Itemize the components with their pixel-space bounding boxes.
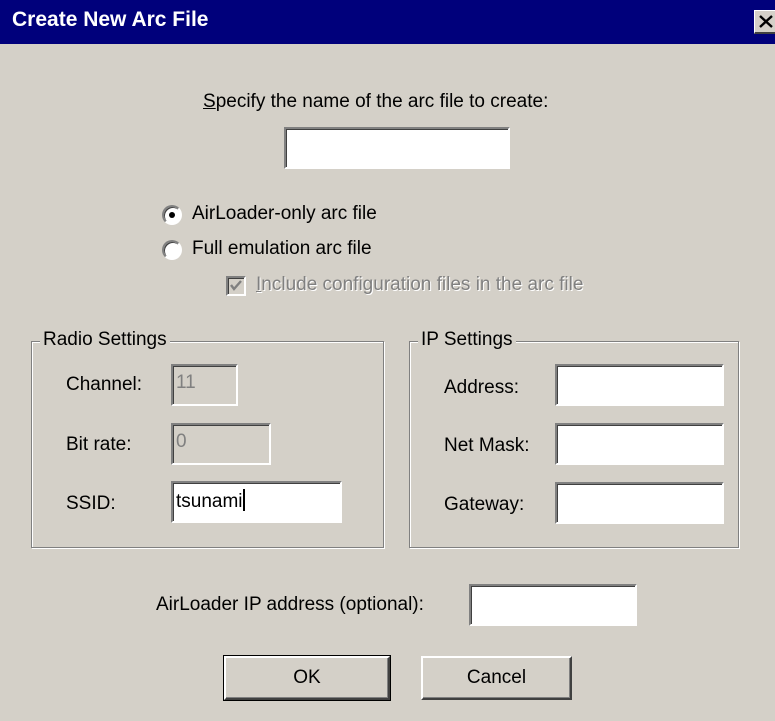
- close-icon: [759, 15, 773, 28]
- filename-input[interactable]: [284, 127, 510, 169]
- ssid-label: SSID:: [66, 493, 116, 514]
- filename-label-mnemonic: S: [203, 91, 216, 112]
- radio-airloader-only-label[interactable]: AirLoader-only arc file: [192, 203, 377, 225]
- airloader-ip-input[interactable]: [469, 584, 637, 626]
- channel-input[interactable]: 11: [171, 364, 238, 406]
- gateway-input[interactable]: [555, 482, 724, 524]
- radio-full-emulation-label[interactable]: Full emulation arc file: [192, 238, 372, 260]
- filename-label-rest: pecify the name of the arc file to creat…: [215, 91, 549, 112]
- text-caret: [242, 489, 245, 511]
- include-config-checkbox[interactable]: [226, 276, 246, 296]
- ssid-input-text: tsunami: [176, 491, 243, 512]
- channel-label: Channel:: [66, 374, 143, 395]
- filename-label: Specify the name of the arc file to crea…: [203, 91, 548, 113]
- bit-rate-input-value: 0: [176, 431, 187, 452]
- channel-input-value: 11: [176, 372, 196, 393]
- radio-airloader-only[interactable]: [162, 205, 182, 225]
- window-title: Create New Arc File: [12, 8, 209, 31]
- include-config-label: Include configuration files in the arc f…: [256, 274, 583, 296]
- checkmark-icon: [230, 280, 242, 291]
- title-bar[interactable]: Create New Arc File: [0, 0, 775, 44]
- cancel-button[interactable]: Cancel: [421, 656, 572, 700]
- ssid-input[interactable]: tsunami: [171, 481, 342, 523]
- include-config-rest: nclude configuration files in the arc fi…: [261, 274, 584, 295]
- ssid-input-value: tsunami: [176, 489, 245, 513]
- net-mask-label: Net Mask:: [444, 435, 530, 456]
- airloader-ip-label: AirLoader IP address (optional):: [156, 594, 424, 615]
- bit-rate-input[interactable]: 0: [171, 423, 271, 465]
- gateway-label: Gateway:: [444, 494, 525, 515]
- bit-rate-label: Bit rate:: [66, 434, 132, 455]
- address-input[interactable]: [555, 364, 724, 406]
- ip-settings-title: IP Settings: [418, 329, 516, 351]
- address-label: Address:: [444, 377, 519, 398]
- radio-full-emulation[interactable]: [162, 240, 182, 260]
- radio-settings-title: Radio Settings: [40, 329, 170, 351]
- close-button[interactable]: [754, 10, 775, 34]
- net-mask-input[interactable]: [555, 423, 724, 465]
- ok-button[interactable]: OK: [223, 655, 391, 701]
- radio-selected-dot: [169, 212, 175, 218]
